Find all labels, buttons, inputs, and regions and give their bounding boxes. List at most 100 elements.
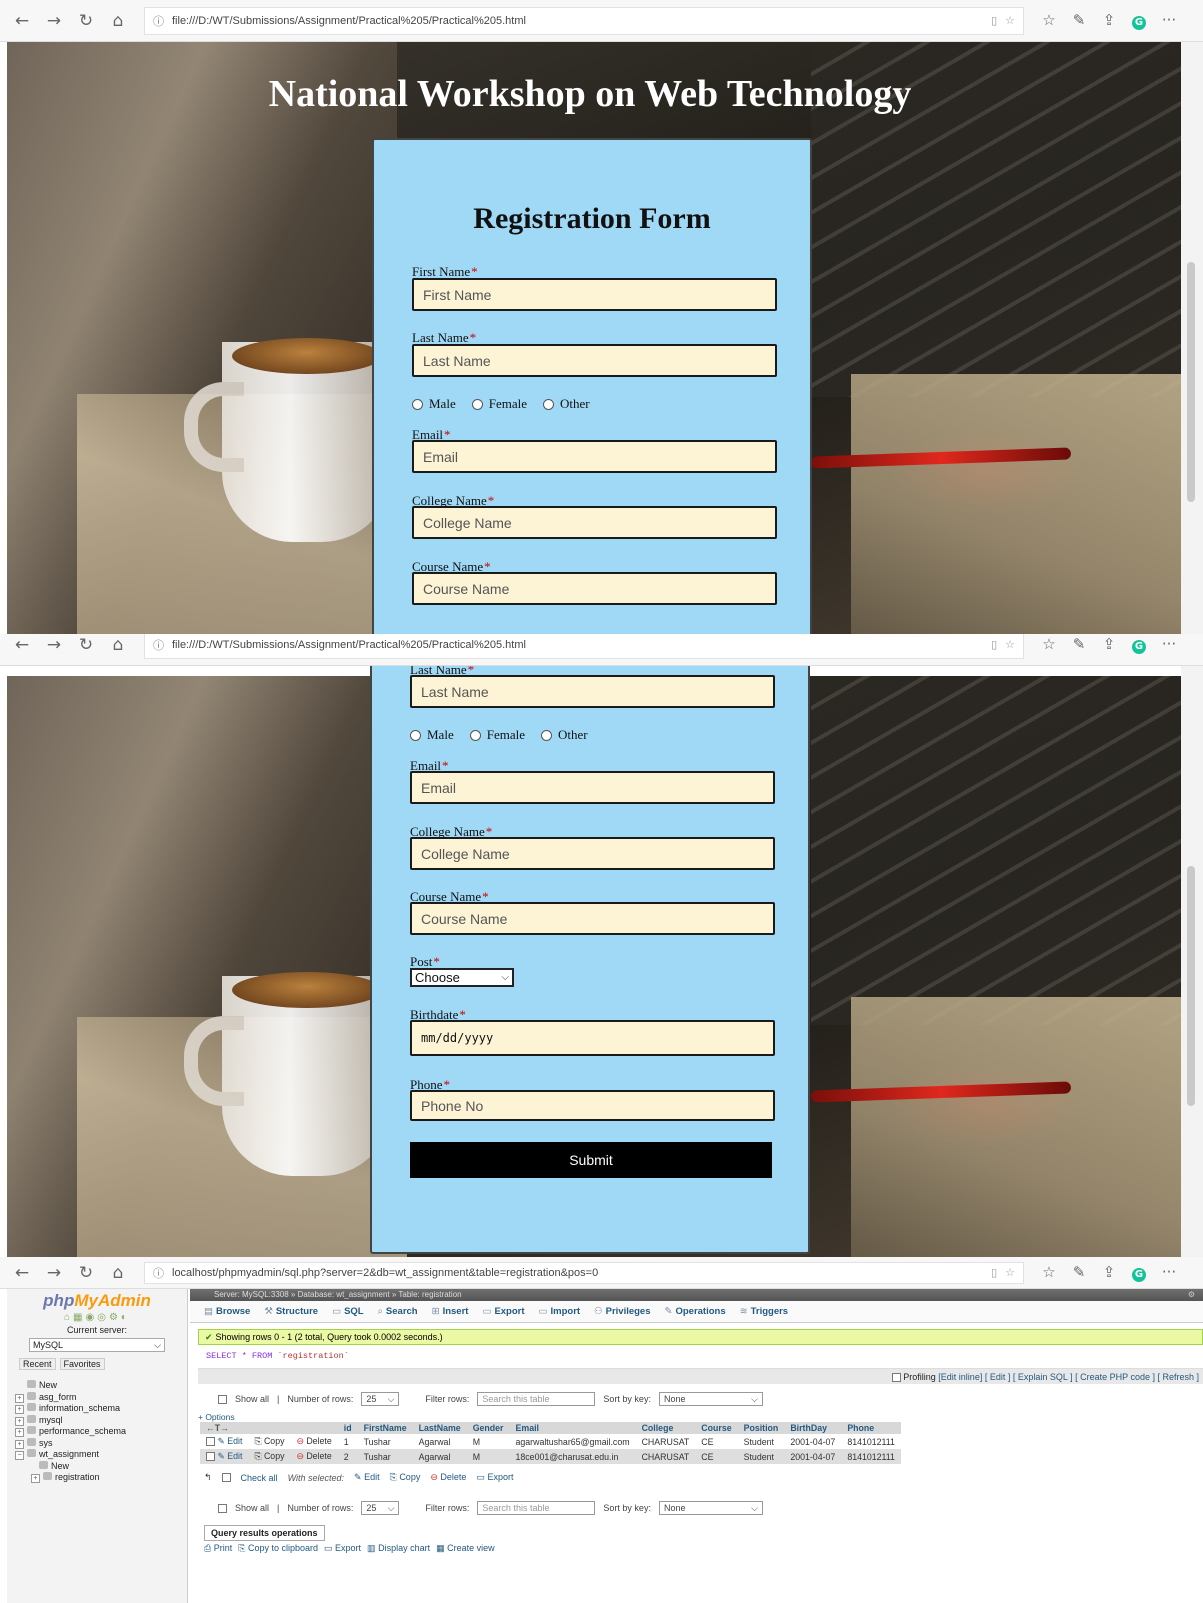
tree-item-new[interactable]: New [15,1380,187,1392]
table-cell[interactable]: Tushar [358,1434,413,1449]
address-bar[interactable]: ⓘ localhost/phpmyadmin/sql.php?server=2&… [144,1261,1024,1284]
tree-item-information-schema[interactable]: + information_schema [15,1403,187,1415]
gender-other-radio[interactable]: Other [540,727,588,743]
row-copy-link[interactable]: ⎘ Copy [248,1449,290,1464]
table-cell[interactable]: 2001-04-07 [784,1449,841,1464]
table-cell[interactable]: Student [738,1434,785,1449]
info-icon[interactable]: ⓘ [153,1265,164,1281]
rows-select[interactable]: 25 ⌵ [361,1501,400,1515]
favorite-star-icon[interactable]: ☆ [1005,14,1015,27]
column-header[interactable]: id [337,1422,358,1434]
pen-icon[interactable]: ✎ [1064,11,1094,30]
bulk-delete-button[interactable]: ⊖ Delete [430,1472,466,1483]
filter-input[interactable]: Search this table [477,1501,596,1515]
export-link[interactable]: ▭ Export [324,1543,361,1554]
bulk-export-button[interactable]: ▭ Export [476,1472,513,1483]
tab-favorites[interactable]: Favorites [59,1358,105,1370]
pen-icon[interactable]: ✎ [1064,635,1094,654]
breadcrumb[interactable]: Server: MySQL:3308 » Database: wt_assign… [190,1289,1203,1301]
gender-female-radio[interactable]: Female [469,727,525,743]
server-select[interactable]: MySQL ⌵ [29,1338,165,1352]
table-cell[interactable]: Agarwal [413,1449,467,1464]
column-actions-header[interactable]: ←T→ [200,1422,338,1434]
tab-recent[interactable]: Recent [19,1358,56,1370]
print-link[interactable]: ⎙ Print [204,1543,232,1554]
column-header[interactable]: Phone [841,1422,901,1434]
column-header[interactable]: Email [509,1422,636,1434]
show-all-checkbox[interactable] [218,1503,227,1513]
gear-icon[interactable]: ⚙ [1188,1289,1195,1301]
profiling-checkbox[interactable] [891,1373,901,1383]
share-icon[interactable]: ⇪ [1094,635,1124,654]
pen-icon[interactable]: ✎ [1064,1263,1094,1282]
column-header[interactable]: Course [695,1422,738,1434]
birthdate-input[interactable]: mm/dd/yyyy [410,1020,775,1056]
back-icon[interactable]: ← [6,635,38,655]
info-icon[interactable]: ⓘ [153,637,164,653]
tab-browse[interactable]: ▤ Browse [204,1306,250,1322]
column-header[interactable]: Position [737,1422,785,1434]
share-icon[interactable]: ⇪ [1094,11,1124,30]
rows-select[interactable]: 25 ⌵ [361,1392,400,1406]
scrollbar[interactable] [1181,42,1203,634]
column-header[interactable]: Gender [466,1422,510,1434]
gender-other-radio[interactable]: Other [542,396,590,412]
last-name-input[interactable]: Last Name [410,675,775,708]
table-cell[interactable]: CE [695,1449,737,1464]
tab-insert[interactable]: ⊞ Insert [432,1306,469,1322]
email-input[interactable]: Email [412,440,777,473]
sort-select[interactable]: None ⌵ [658,1501,763,1515]
home-icon[interactable]: ⌂ [102,635,134,655]
favorites-icon[interactable]: ☆ [1034,635,1064,654]
table-cell[interactable]: 2001-04-07 [784,1434,841,1449]
options-link[interactable]: + Options [198,1412,1203,1422]
favorite-star-icon[interactable]: ☆ [1005,1266,1015,1279]
tree-item-sys[interactable]: + sys [15,1437,187,1450]
scrollbar[interactable] [1181,666,1203,1257]
refresh-icon[interactable]: ↻ [70,635,102,655]
favorites-icon[interactable]: ☆ [1034,1263,1064,1282]
edit-link[interactable]: [ Edit ] [985,1372,1011,1382]
grammarly-icon[interactable]: G [1124,635,1154,654]
table-cell[interactable]: 8141012111 [841,1449,901,1464]
tree-item-mysql[interactable]: + mysql [15,1414,187,1427]
table-cell[interactable]: CHARUSAT [636,1449,696,1464]
tree-item-new-table[interactable]: New [15,1460,187,1473]
home-icon[interactable]: ⌂ [102,1263,134,1283]
college-input[interactable]: College Name [412,506,777,539]
tab-operations[interactable]: ✎ Operations [665,1306,726,1322]
table-cell[interactable]: 8141012111 [841,1434,901,1449]
favorite-star-icon[interactable]: ☆ [1005,638,1015,651]
tab-import[interactable]: ▭ Import [539,1306,581,1322]
column-header[interactable]: College [635,1422,696,1434]
gender-male-radio[interactable]: Male [412,396,456,412]
course-input[interactable]: Course Name [412,572,777,605]
tree-item-wt-assignment[interactable]: − wt_assignment [15,1449,187,1461]
row-checkbox[interactable] [206,1437,215,1447]
last-name-input[interactable]: Last Name [412,344,777,377]
edit-inline-link[interactable]: [Edit inline] [938,1372,982,1382]
table-cell[interactable]: M [467,1449,510,1464]
create-view-link[interactable]: ▦ Create view [436,1543,495,1554]
table-cell[interactable]: 2 [338,1449,358,1464]
tab-privileges[interactable]: ⚇ Privileges [594,1306,650,1322]
tree-item-asg-form[interactable]: + asg_form [15,1391,187,1404]
more-icon[interactable]: ··· [1154,11,1184,30]
more-icon[interactable]: ··· [1154,1263,1184,1282]
table-cell[interactable]: Student [738,1449,785,1464]
reading-view-icon[interactable]: ▯ [991,638,997,651]
info-icon[interactable]: ⓘ [153,13,164,29]
explain-sql-link[interactable]: [ Explain SQL ] [1013,1372,1073,1382]
tab-sql[interactable]: ▭ SQL [332,1306,364,1322]
table-cell[interactable]: CHARUSAT [636,1434,696,1449]
tree-item-performance-schema[interactable]: + performance_schema [15,1426,187,1438]
column-header[interactable]: FirstName [357,1422,413,1434]
address-bar[interactable]: ⓘ file:///D:/WT/Submissions/Assignment/P… [144,6,1024,35]
row-edit-link[interactable]: ✎ Edit [217,1436,242,1447]
email-input[interactable]: Email [410,771,775,804]
address-bar[interactable]: ⓘ file:///D:/WT/Submissions/Assignment/P… [144,634,1024,659]
row-delete-link[interactable]: ⊖ Delete [291,1449,338,1464]
check-all-checkbox[interactable] [221,1473,231,1482]
check-all-label[interactable]: Check all [241,1473,278,1483]
filter-input[interactable]: Search this table [477,1392,596,1406]
